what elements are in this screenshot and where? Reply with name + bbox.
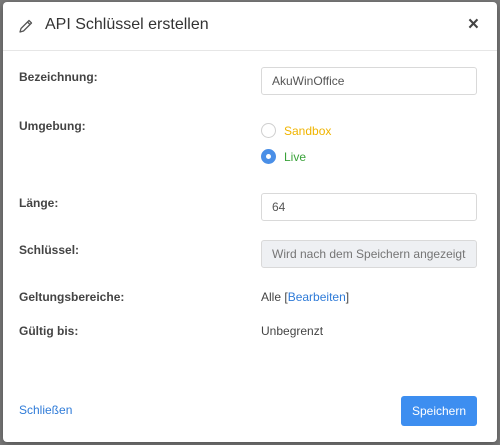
radio-sandbox-button[interactable]	[261, 123, 276, 138]
scopes-value-group: Alle [Bearbeiten]	[261, 290, 349, 304]
length-input[interactable]	[261, 193, 477, 221]
radio-live[interactable]: Live	[261, 149, 306, 164]
close-icon[interactable]: ×	[468, 15, 479, 35]
dialog-header: API Schlüssel erstellen ×	[3, 2, 497, 51]
key-input	[261, 240, 477, 268]
valid-until-value: Unbegrenzt	[261, 324, 324, 338]
length-label: Länge:	[19, 196, 59, 210]
name-label: Bezeichnung:	[19, 70, 98, 84]
close-button[interactable]: Schließen	[19, 403, 72, 417]
radio-live-button[interactable]	[261, 149, 276, 164]
bracket-close: ]	[345, 290, 350, 304]
save-button[interactable]: Speichern	[401, 396, 477, 426]
radio-sandbox-label: Sandbox	[284, 123, 332, 138]
radio-sandbox[interactable]: Sandbox	[261, 123, 331, 138]
dialog-title: API Schlüssel erstellen	[45, 16, 209, 33]
pencil-icon	[18, 18, 34, 34]
create-api-key-dialog: API Schlüssel erstellen × Bezeichnung: U…	[3, 2, 497, 442]
scopes-label: Geltungsbereiche:	[19, 290, 125, 304]
radio-live-label: Live	[284, 149, 307, 164]
name-input[interactable]	[261, 67, 477, 95]
valid-until-label: Gültig bis:	[19, 324, 79, 338]
key-label: Schlüssel:	[19, 243, 80, 257]
scopes-edit-link[interactable]: Bearbeiten	[288, 290, 346, 304]
scopes-value: Alle	[261, 290, 282, 304]
environment-label: Umgebung:	[19, 119, 86, 133]
